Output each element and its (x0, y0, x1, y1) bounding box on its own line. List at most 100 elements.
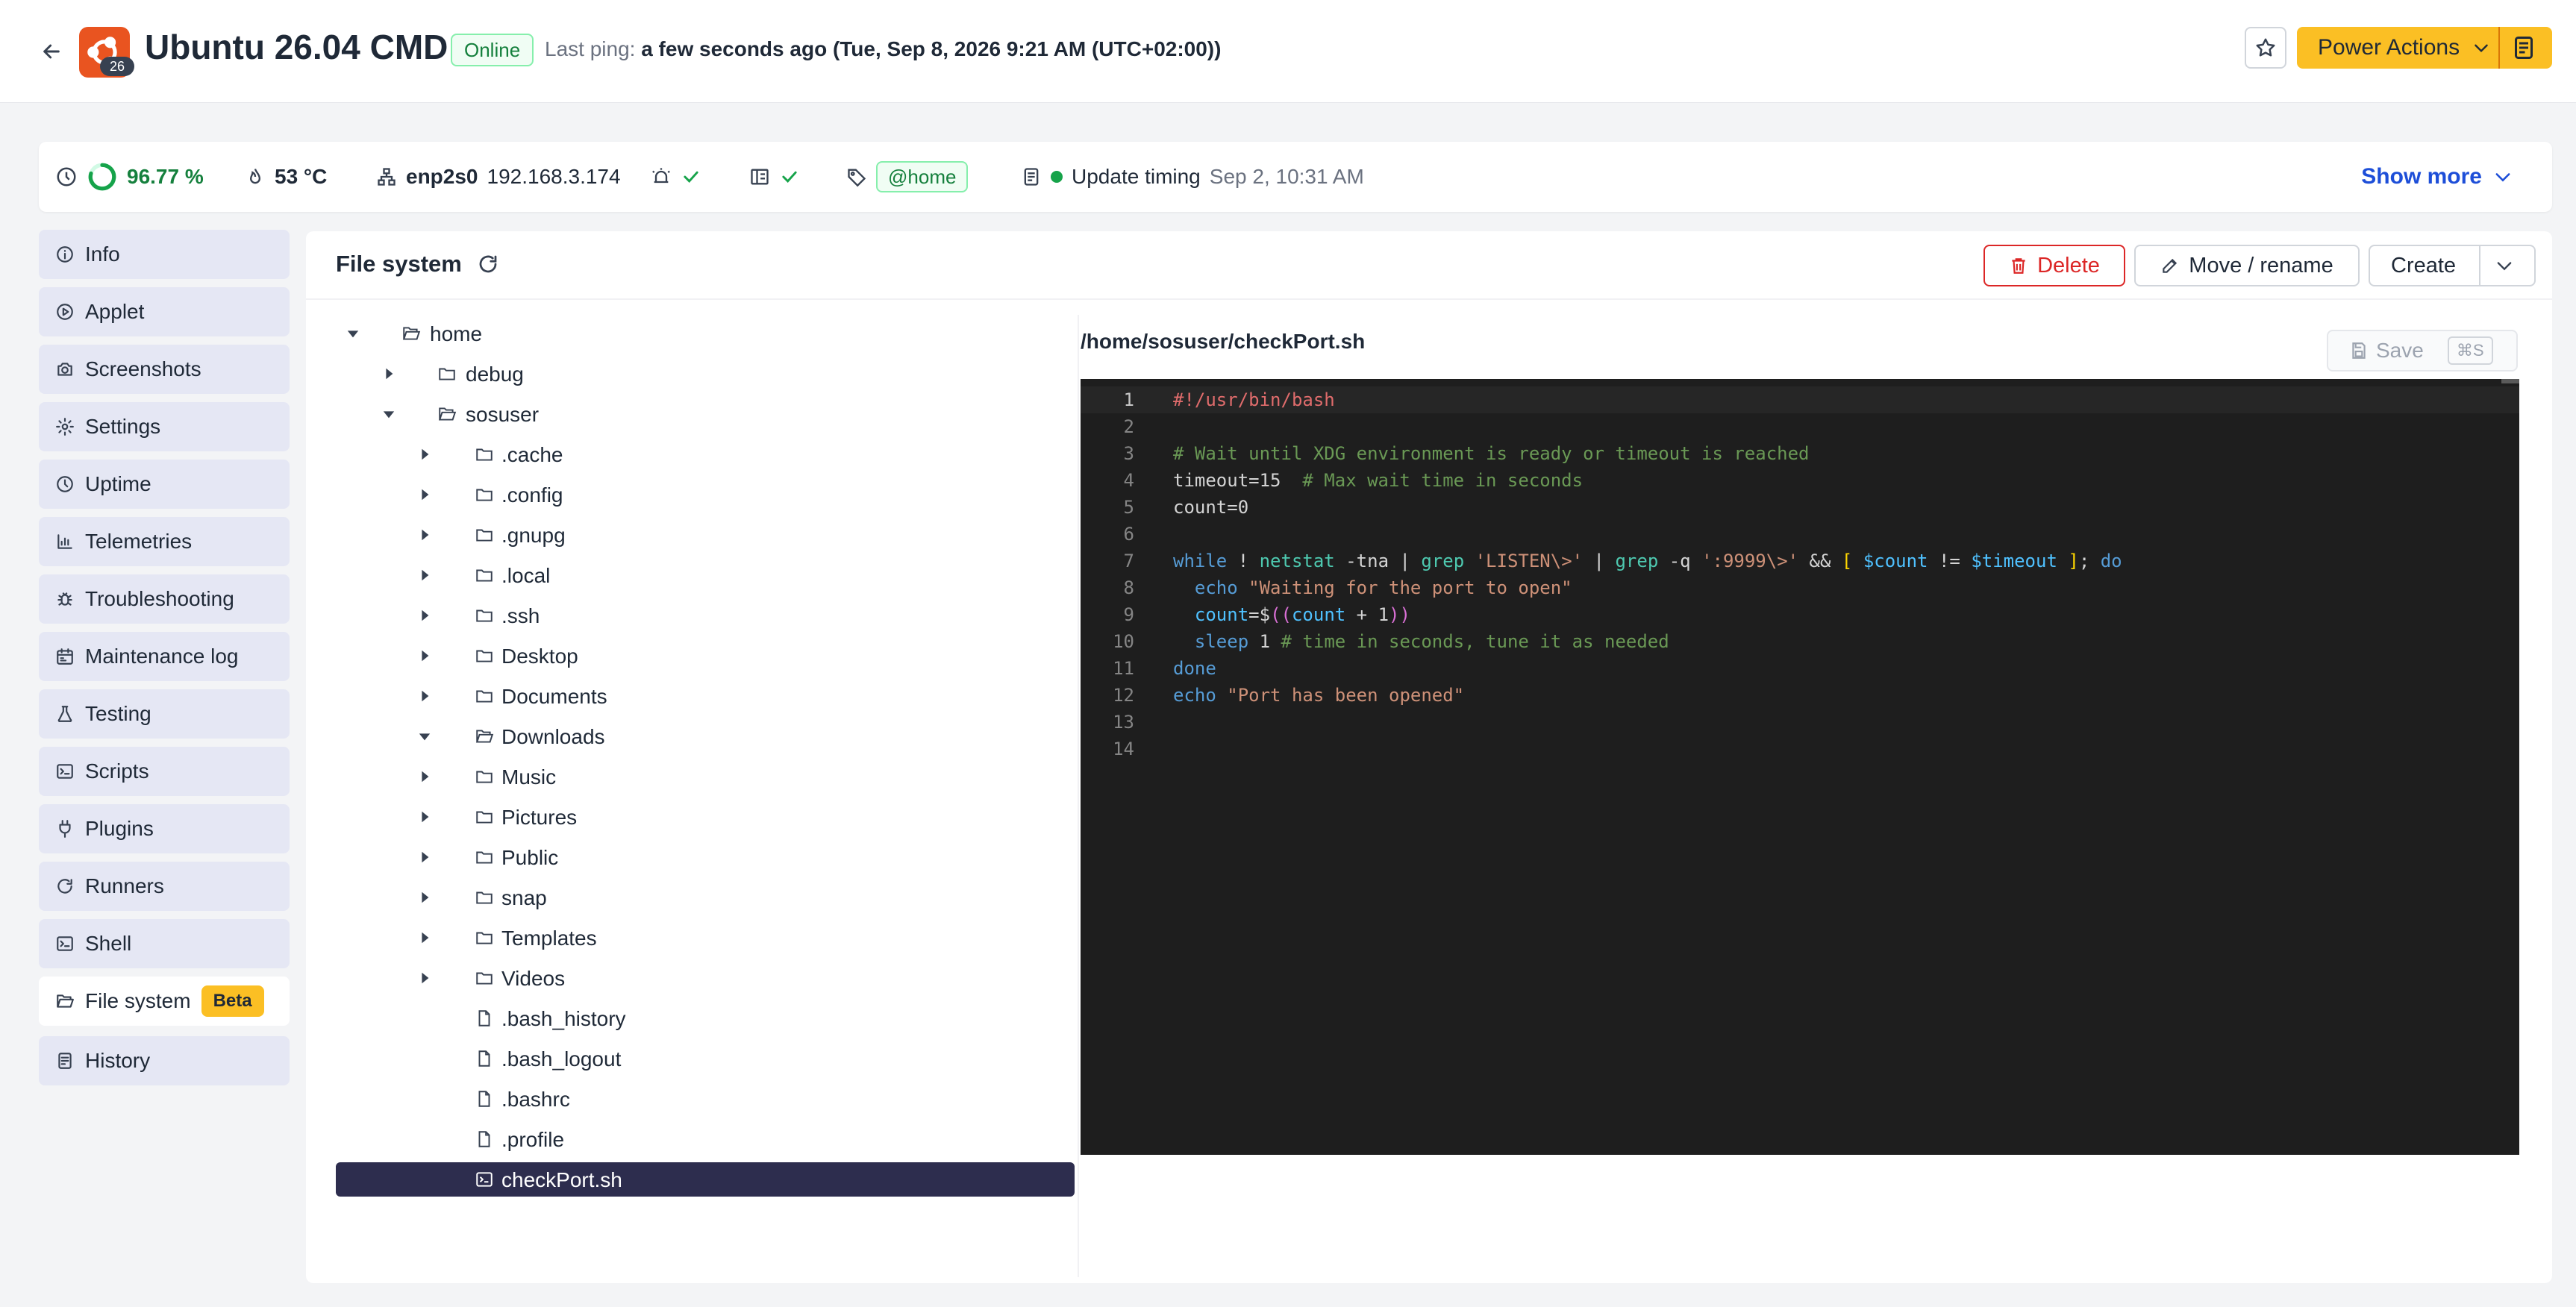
code-line[interactable]: 8 echo "Waiting for the port to open" (1081, 574, 2519, 601)
code-line[interactable]: 2 (1081, 413, 2519, 440)
tree-folder[interactable]: Desktop (336, 639, 1075, 673)
tree-folder[interactable]: Music (336, 759, 1075, 794)
code-line[interactable]: 11 done (1081, 655, 2519, 682)
code-line[interactable]: 5 count=0 (1081, 494, 2519, 521)
code-line[interactable]: 9 count=$((count + 1)) (1081, 601, 2519, 628)
tree-folder[interactable]: Templates (336, 921, 1075, 955)
chevron-down-icon[interactable] (2494, 255, 2515, 276)
folder-icon (473, 605, 495, 626)
caret-right-icon[interactable] (415, 807, 434, 827)
line-number: 5 (1123, 497, 1134, 518)
network-interface: enp2s0 (406, 165, 478, 188)
tree-item-label: Public (501, 846, 559, 869)
tree-folder[interactable]: Pictures (336, 800, 1075, 834)
code-line[interactable]: 10 sleep 1 # time in seconds, tune it as… (1081, 628, 2519, 655)
sidebar-item-testing[interactable]: Testing (39, 689, 290, 739)
sidebar-item-shell[interactable]: Shell (39, 919, 290, 968)
sidebar-item-scripts[interactable]: Scripts (39, 747, 290, 796)
sidebar-item-file-system[interactable]: File system Beta (39, 977, 290, 1026)
sidebar-item-uptime[interactable]: Uptime (39, 460, 290, 509)
tree-file[interactable]: .bashrc (336, 1082, 1075, 1116)
code-line[interactable]: 13 (1081, 709, 2519, 736)
sidebar-item-plugins[interactable]: Plugins (39, 804, 290, 853)
caret-right-icon[interactable] (415, 928, 434, 947)
caret-right-icon[interactable] (415, 847, 434, 867)
sidebar-item-runners[interactable]: Runners (39, 862, 290, 911)
sidebar-item-label: Info (85, 242, 120, 266)
caret-right-icon[interactable] (415, 888, 434, 907)
caret-right-icon[interactable] (415, 646, 434, 665)
update-timing-stat: Update timing Sep 2, 10:31 AM (1021, 142, 1364, 212)
line-number: 11 (1113, 658, 1134, 679)
tree-folder[interactable]: .config (336, 477, 1075, 512)
code-text: timeout=15 # Max wait time in seconds (1173, 470, 1584, 491)
sidebar-item-telemetries[interactable]: Telemetries (39, 517, 290, 566)
back-arrow-icon[interactable] (33, 33, 70, 70)
caret-down-icon[interactable] (379, 404, 398, 424)
sidebar-item-troubleshooting[interactable]: Troubleshooting (39, 574, 290, 624)
tree-folder[interactable]: Public (336, 840, 1075, 874)
caret-down-icon[interactable] (343, 324, 363, 343)
caret-right-icon[interactable] (415, 445, 434, 464)
sidebar-item-applet[interactable]: Applet (39, 287, 290, 336)
caret-right-icon[interactable] (415, 606, 434, 625)
caret-right-icon[interactable] (379, 364, 398, 383)
document-icon (1024, 168, 1039, 186)
sidebar-item-info[interactable]: Info (39, 230, 290, 279)
file-tree: home debug sosuser .cache .config .gnupg .loca… (336, 315, 1075, 1277)
caret-right-icon[interactable] (415, 767, 434, 786)
power-actions-button[interactable]: Power Actions (2297, 27, 2552, 69)
ip-address: 192.168.3.174 (487, 165, 621, 188)
code-text: #!/usr/bin/bash (1173, 389, 1335, 410)
code-line[interactable]: 14 (1081, 736, 2519, 762)
tree-folder[interactable]: Documents (336, 679, 1075, 713)
code-editor[interactable]: 1 #!/usr/bin/bash 2 3 # Wait until XDG envir… (1081, 379, 2519, 1155)
tree-file[interactable]: .profile (336, 1122, 1075, 1156)
caret-right-icon[interactable] (415, 565, 434, 585)
code-line[interactable]: 7 while ! netstat -tna | grep 'LISTEN\>' … (1081, 548, 2519, 574)
document-list-icon[interactable] (2510, 34, 2537, 61)
sidebar-item-settings[interactable]: Settings (39, 402, 290, 451)
pane-splitter[interactable] (1078, 315, 1079, 1277)
code-line[interactable]: 4 timeout=15 # Max wait time in seconds (1081, 467, 2519, 494)
sidebar-item-history[interactable]: History (39, 1036, 290, 1085)
tree-folder[interactable]: Videos (336, 961, 1075, 995)
move-rename-button[interactable]: Move / rename (2134, 245, 2360, 286)
caret-right-icon[interactable] (415, 485, 434, 504)
caret-right-icon[interactable] (415, 968, 434, 988)
refresh-icon[interactable] (477, 253, 499, 275)
sidebar-item-screenshots[interactable]: Screenshots (39, 345, 290, 394)
show-more-button[interactable]: Show more (2361, 142, 2513, 212)
tree-file[interactable]: .bash_history (336, 1001, 1075, 1035)
tree-file[interactable]: checkPort.sh (336, 1162, 1075, 1197)
save-button[interactable]: Save ⌘S (2327, 330, 2518, 372)
tree-folder[interactable]: home (336, 316, 1075, 351)
create-button[interactable]: Create (2369, 245, 2536, 286)
tree-folder[interactable]: .ssh (336, 598, 1075, 633)
editor-scrollbar[interactable] (2501, 379, 2519, 383)
status-badge: Online (451, 34, 534, 66)
code-text: count=$((count + 1)) (1194, 604, 1410, 625)
caret-down-icon[interactable] (415, 727, 434, 746)
caret-right-icon[interactable] (415, 525, 434, 545)
folder-icon (473, 565, 495, 586)
file-icon (473, 1088, 495, 1109)
tree-folder[interactable]: Downloads (336, 719, 1075, 753)
tree-folder[interactable]: sosuser (336, 397, 1075, 431)
tree-folder[interactable]: .cache (336, 437, 1075, 471)
tree-folder[interactable]: .gnupg (336, 518, 1075, 552)
caret-right-icon[interactable] (415, 686, 434, 706)
code-line[interactable]: 3 # Wait until XDG environment is ready o… (1081, 440, 2519, 467)
sidebar-item-maintenance-log[interactable]: Maintenance log (39, 632, 290, 681)
delete-button[interactable]: Delete (1983, 245, 2125, 286)
code-line[interactable]: 6 (1081, 521, 2519, 548)
tree-folder[interactable]: snap (336, 880, 1075, 915)
tree-folder[interactable]: .local (336, 558, 1075, 592)
tree-file[interactable]: .bash_logout (336, 1041, 1075, 1076)
code-text: echo "Waiting for the port to open" (1194, 577, 1572, 598)
code-line[interactable]: 1 #!/usr/bin/bash (1081, 386, 2519, 413)
favorite-button[interactable] (2245, 27, 2286, 69)
tag-pill[interactable]: @home (876, 161, 969, 192)
tree-folder[interactable]: debug (336, 357, 1075, 391)
code-line[interactable]: 12 echo "Port has been opened" (1081, 682, 2519, 709)
